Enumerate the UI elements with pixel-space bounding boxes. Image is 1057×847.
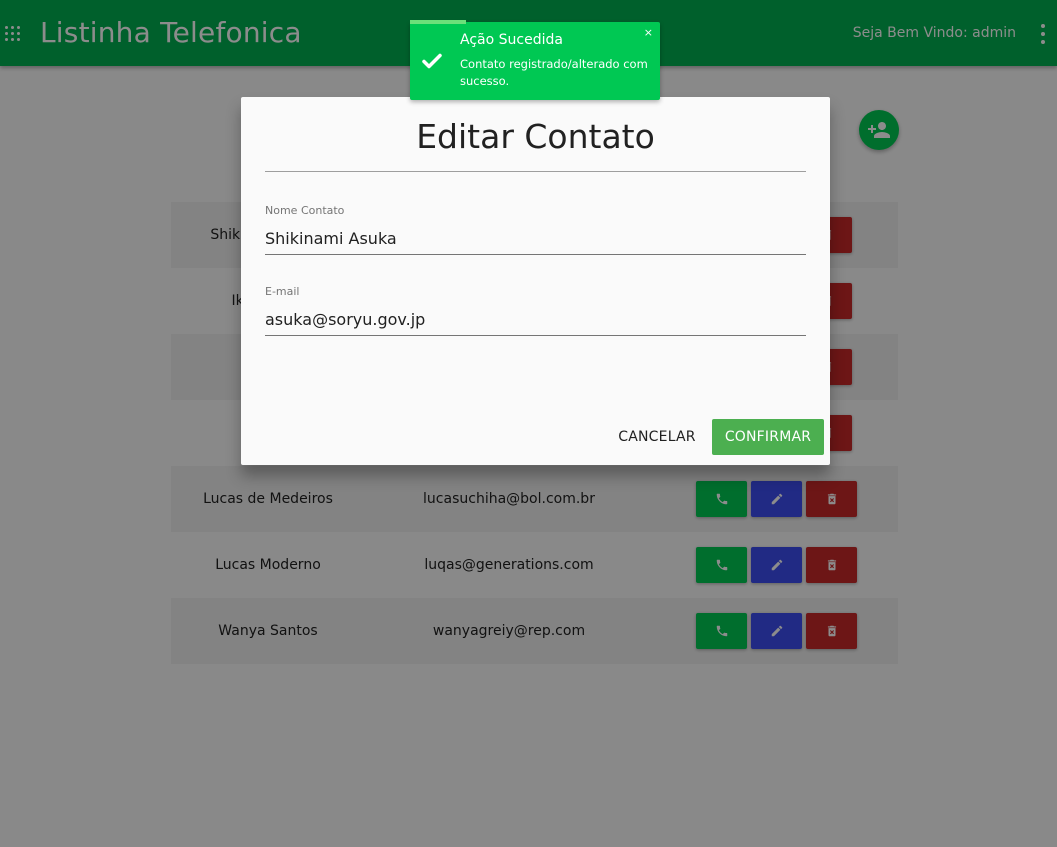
- divider: [265, 171, 806, 172]
- email-field-underline: [265, 335, 806, 336]
- success-toast: Ação Sucedida Contato registrado/alterad…: [410, 20, 660, 100]
- email-field: E-mail: [265, 285, 806, 349]
- name-field-underline: [265, 254, 806, 255]
- toast-title: Ação Sucedida: [460, 32, 563, 48]
- email-input[interactable]: [265, 305, 806, 333]
- name-input[interactable]: [265, 224, 806, 252]
- toast-progress-bar: [410, 20, 466, 24]
- cancel-button[interactable]: CANCELAR: [609, 419, 705, 455]
- edit-contact-dialog: Editar Contato Nome Contato E-mail CANCE…: [241, 97, 830, 465]
- toast-message: Contato registrado/alterado com sucesso.: [460, 57, 648, 88]
- email-field-label: E-mail: [265, 285, 300, 298]
- close-icon[interactable]: ×: [644, 26, 653, 39]
- check-icon: [422, 53, 442, 69]
- name-field-label: Nome Contato: [265, 204, 345, 217]
- confirm-button[interactable]: CONFIRMAR: [712, 419, 824, 455]
- dialog-title: Editar Contato: [416, 117, 655, 156]
- name-field: Nome Contato: [265, 204, 806, 268]
